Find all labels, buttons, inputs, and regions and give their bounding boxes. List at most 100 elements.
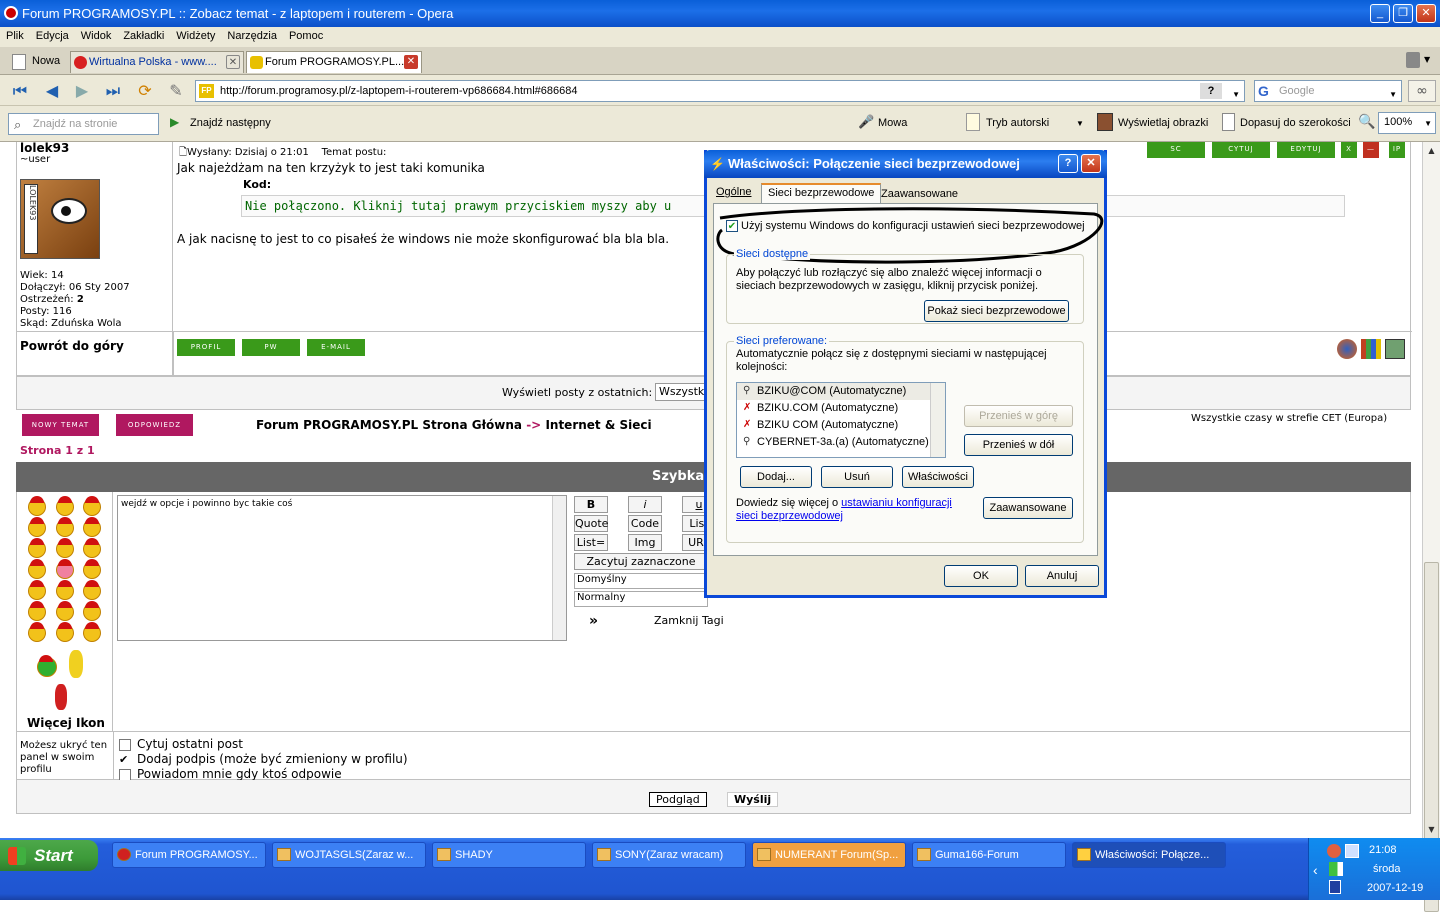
- textarea-scrollbar[interactable]: [552, 496, 566, 640]
- menu-widgets[interactable]: Widżety: [170, 27, 221, 42]
- send-button[interactable]: Wyślij: [727, 792, 779, 807]
- smiley-icon[interactable]: [37, 655, 57, 677]
- show-images-button[interactable]: Wyświetlaj obrazki: [1118, 117, 1208, 129]
- windows-icon[interactable]: [1361, 339, 1381, 359]
- minimize-button[interactable]: _: [1370, 4, 1390, 23]
- code-tag-button[interactable]: Code: [628, 515, 662, 532]
- smiley-icon[interactable]: [56, 496, 74, 516]
- chevron-left-icon[interactable]: ‹: [1313, 862, 1318, 878]
- menu-view[interactable]: Widok: [75, 27, 118, 42]
- smiley-icon[interactable]: [28, 580, 46, 600]
- zoom-select[interactable]: 100% ▼: [1378, 112, 1436, 134]
- trash-icon[interactable]: [1406, 52, 1420, 68]
- dialog-help-button[interactable]: ?: [1058, 154, 1078, 173]
- smiley-icon[interactable]: [83, 517, 101, 537]
- report-button[interactable]: —: [1363, 142, 1379, 158]
- smiley-icon[interactable]: [28, 622, 46, 642]
- bold-button[interactable]: B: [574, 496, 608, 513]
- option-quote-last[interactable]: Cytuj ostatni post: [119, 737, 408, 752]
- new-tab-button[interactable]: Nowa: [6, 51, 66, 73]
- delete-button[interactable]: X: [1341, 142, 1357, 158]
- scroll-down-icon[interactable]: ▼: [1424, 822, 1439, 837]
- search-input[interactable]: G Google ▼: [1254, 80, 1402, 102]
- voice-button[interactable]: Mowa: [878, 117, 907, 129]
- checkbox-checked[interactable]: ✔: [119, 753, 131, 766]
- rewind-icon[interactable]: ⏮: [10, 81, 30, 101]
- task-chat-flashing[interactable]: NUMERANT Forum(Sp...: [752, 842, 906, 868]
- smiley-icon[interactable]: [83, 601, 101, 621]
- preferred-networks-list[interactable]: ⚲ BZIKU@COM (Automatyczne) ✗ BZIKU.COM (Au…: [736, 382, 946, 458]
- remove-button[interactable]: Usuń: [821, 466, 893, 488]
- menu-bookmarks[interactable]: Zakładki: [117, 27, 170, 42]
- smiley-icon[interactable]: [83, 496, 101, 516]
- find-next-button[interactable]: Znajdź następny: [190, 117, 271, 129]
- forward-icon[interactable]: ▶: [72, 81, 92, 101]
- chevron-down-icon[interactable]: ▼: [1076, 119, 1084, 128]
- smiley-icon[interactable]: [56, 538, 74, 558]
- sc-button[interactable]: SC: [1147, 142, 1205, 158]
- smiley-icon[interactable]: [83, 622, 101, 642]
- tab-advanced[interactable]: Zaawansowane: [881, 188, 958, 200]
- profile-button[interactable]: PROFIL: [177, 339, 235, 356]
- smiley-icon[interactable]: [56, 601, 74, 621]
- monitor-icon[interactable]: [1385, 339, 1405, 359]
- chevron-down-icon[interactable]: ▼: [1389, 85, 1397, 105]
- edit-button[interactable]: EDYTUJ: [1277, 142, 1335, 158]
- quote-tag-button[interactable]: Quote: [574, 515, 608, 532]
- banana-icon[interactable]: [69, 650, 83, 678]
- cancel-button[interactable]: Anuluj: [1025, 565, 1099, 587]
- move-down-button[interactable]: Przenieś w dół: [964, 434, 1073, 456]
- smiley-icon[interactable]: [83, 559, 101, 579]
- fit-width-button[interactable]: Dopasuj do szerokości: [1240, 117, 1351, 129]
- font-size-select[interactable]: Normalny: [574, 591, 708, 607]
- smiley-icon[interactable]: [56, 517, 74, 537]
- clock-time[interactable]: 21:08: [1369, 844, 1397, 856]
- preview-button[interactable]: Podgląd: [649, 792, 707, 807]
- tab-wirtualna-polska[interactable]: Wirtualna Polska - www.... ✕: [70, 51, 244, 73]
- email-button[interactable]: E-MAIL: [307, 339, 365, 356]
- author-mode-button[interactable]: Tryb autorski: [986, 117, 1049, 129]
- breadcrumb-home[interactable]: Forum PROGRAMOSY.PL Strona Główna: [256, 418, 522, 432]
- menu-help[interactable]: Pomoc: [283, 27, 329, 42]
- menu-edit[interactable]: Edycja: [30, 27, 75, 42]
- more-icons-link[interactable]: Więcej Ikon: [27, 716, 105, 730]
- task-opera[interactable]: Forum PROGRAMOSY...: [112, 842, 266, 868]
- restore-button[interactable]: ❐: [1393, 4, 1413, 23]
- dancing-icon[interactable]: [55, 684, 67, 710]
- properties-button[interactable]: Właściwości: [902, 466, 974, 488]
- smiley-icon[interactable]: [28, 517, 46, 537]
- list-scrollbar[interactable]: [930, 383, 945, 457]
- edit-icon[interactable]: ✎: [166, 81, 186, 101]
- pm-button[interactable]: PW: [242, 339, 300, 356]
- chevron-down-icon[interactable]: ▼: [1232, 85, 1240, 105]
- tab-wireless[interactable]: Sieci bezprzewodowe: [761, 183, 882, 205]
- breadcrumb-section[interactable]: Internet & Sieci: [545, 418, 651, 432]
- smiley-icon[interactable]: [56, 580, 74, 600]
- back-icon[interactable]: ◀: [42, 81, 62, 101]
- quote-button[interactable]: CYTUJ: [1212, 142, 1270, 158]
- checkbox[interactable]: [119, 768, 131, 781]
- help-icon[interactable]: ?: [1200, 83, 1222, 99]
- close-tab-icon[interactable]: ✕: [404, 55, 418, 69]
- reply-textarea[interactable]: wejdź w opcje i powinno byc takie coś: [117, 495, 567, 641]
- tray-icon[interactable]: [1345, 844, 1359, 858]
- page-scrollbar[interactable]: ▲ ▼: [1422, 142, 1440, 912]
- task-chat[interactable]: Guma166-Forum: [912, 842, 1066, 868]
- smiley-icon[interactable]: [28, 601, 46, 621]
- network-item[interactable]: ⚲ BZIKU@COM (Automatyczne): [737, 383, 945, 400]
- italic-button[interactable]: i: [628, 496, 662, 513]
- dialog-close-button[interactable]: ✕: [1081, 154, 1101, 173]
- network-item[interactable]: ✗ BZIKU.COM (Automatyczne): [737, 400, 945, 417]
- firefox-icon[interactable]: [1337, 339, 1357, 359]
- binoculars-icon[interactable]: ∞: [1408, 80, 1436, 102]
- ip-button[interactable]: IP: [1389, 142, 1405, 158]
- network-item[interactable]: ⚲ CYBERNET-3a.(a) (Automatyczne): [737, 434, 945, 451]
- close-tags-link[interactable]: Zamknij Tagi: [654, 614, 724, 627]
- reply-button[interactable]: ODPOWIEDZ: [116, 414, 193, 436]
- expand-button[interactable]: »: [589, 613, 598, 629]
- img-tag-button[interactable]: Img: [628, 534, 662, 551]
- chevron-down-icon[interactable]: ▼: [1424, 55, 1430, 64]
- shield-icon[interactable]: [1329, 880, 1341, 894]
- scroll-up-icon[interactable]: ▲: [1424, 143, 1439, 158]
- close-tab-icon[interactable]: ✕: [226, 55, 240, 69]
